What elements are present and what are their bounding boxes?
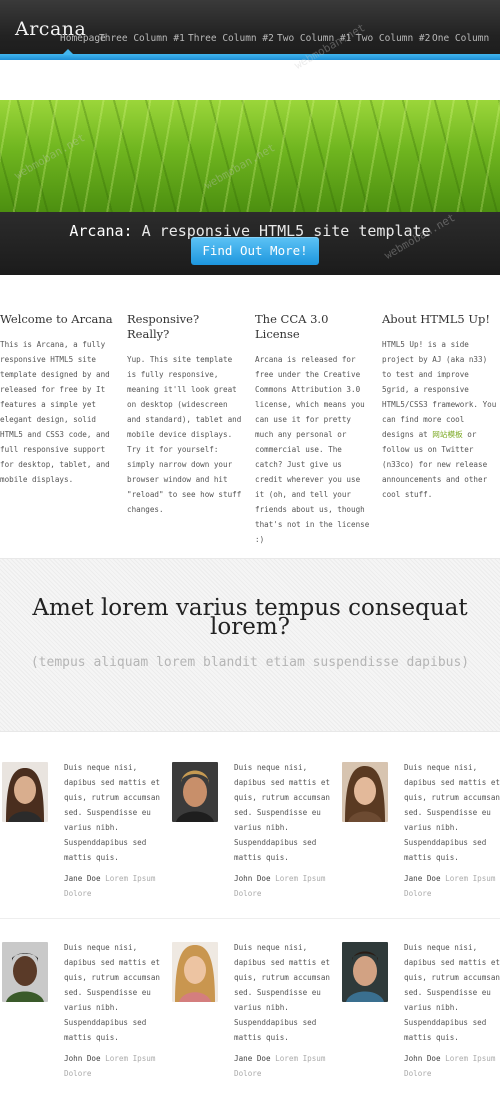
banner-image (0, 100, 500, 212)
feature-text-after: or follow us on Twitter (n33co) for new … (382, 430, 488, 499)
nav-item-three-column-1[interactable]: Three Column #1 (99, 33, 185, 44)
testimonial-text: Duis neque nisi, dapibus sed mattis et q… (64, 763, 161, 862)
avatar (2, 762, 48, 822)
feature-license: The CCA 3.0 License Arcana is released f… (255, 312, 373, 547)
nav-item-two-column-2[interactable]: Two Column #2 (356, 33, 430, 44)
highlight-band: Amet lorem varius tempus consequat lorem… (0, 558, 500, 732)
feature-text: This is Arcana, a fully responsive HTML5… (0, 340, 110, 484)
feature-text: HTML5 Up! is a side project by AJ (aka n… (382, 337, 500, 502)
feature-welcome: Welcome to Arcana This is Arcana, a full… (0, 312, 118, 487)
feature-text: Yup. This site template is fully respons… (127, 355, 242, 514)
band-heading: Amet lorem varius tempus consequat lorem… (32, 595, 468, 640)
avatar (342, 762, 388, 822)
testimonial-name: Jane Doe (404, 874, 441, 883)
testimonial-name: John Doe (64, 1054, 101, 1063)
avatar (172, 942, 218, 1002)
hero-banner: Arcana: A responsive HTML5 site template… (0, 100, 500, 275)
avatar (342, 942, 388, 1002)
feature-about: About HTML5 Up! HTML5 Up! is a side proj… (382, 312, 500, 502)
testimonial-text: Duis neque nisi, dapibus sed mattis et q… (234, 763, 331, 862)
active-nav-pointer-icon (62, 49, 74, 55)
testimonial-name: John Doe (404, 1054, 441, 1063)
testimonial-text: Duis neque nisi, dapibus sed mattis et q… (404, 763, 500, 862)
nav-item-one-column[interactable]: One Column (432, 33, 489, 44)
feature-title: Responsive? Really? (127, 312, 200, 341)
testimonial-name: John Doe (234, 874, 271, 883)
accent-strip (0, 54, 500, 60)
feature-text-before: HTML5 Up! is a side project by AJ (aka n… (382, 340, 497, 439)
avatar (172, 762, 218, 822)
section-divider (0, 918, 500, 919)
testimonial-name: Jane Doe (64, 874, 101, 883)
avatar (2, 942, 48, 1002)
nav-item-two-column-1[interactable]: Two Column #1 (277, 33, 351, 44)
testimonial-text: Duis neque nisi, dapibus sed mattis et q… (404, 943, 500, 1042)
feature-title: Welcome to Arcana (0, 312, 113, 326)
nav-item-three-column-2[interactable]: Three Column #2 (188, 33, 274, 44)
feature-title: About HTML5 Up! (382, 312, 491, 326)
banner-title-brand: Arcana: (69, 222, 133, 240)
band-subheading: (tempus aliquam lorem blandit etiam susp… (30, 655, 470, 670)
testimonial-name: Jane Doe (234, 1054, 271, 1063)
testimonial-text: Duis neque nisi, dapibus sed mattis et q… (64, 943, 161, 1042)
templates-link[interactable]: 网站模板 (432, 430, 462, 439)
feature-title: The CCA 3.0 License (255, 312, 329, 341)
feature-text: Arcana is released for free under the Cr… (255, 355, 370, 544)
feature-responsive: Responsive? Really? Yup. This site templ… (127, 312, 245, 517)
testimonial-text: Duis neque nisi, dapibus sed mattis et q… (234, 943, 331, 1042)
find-out-more-button[interactable]: Find Out More! (191, 237, 319, 265)
